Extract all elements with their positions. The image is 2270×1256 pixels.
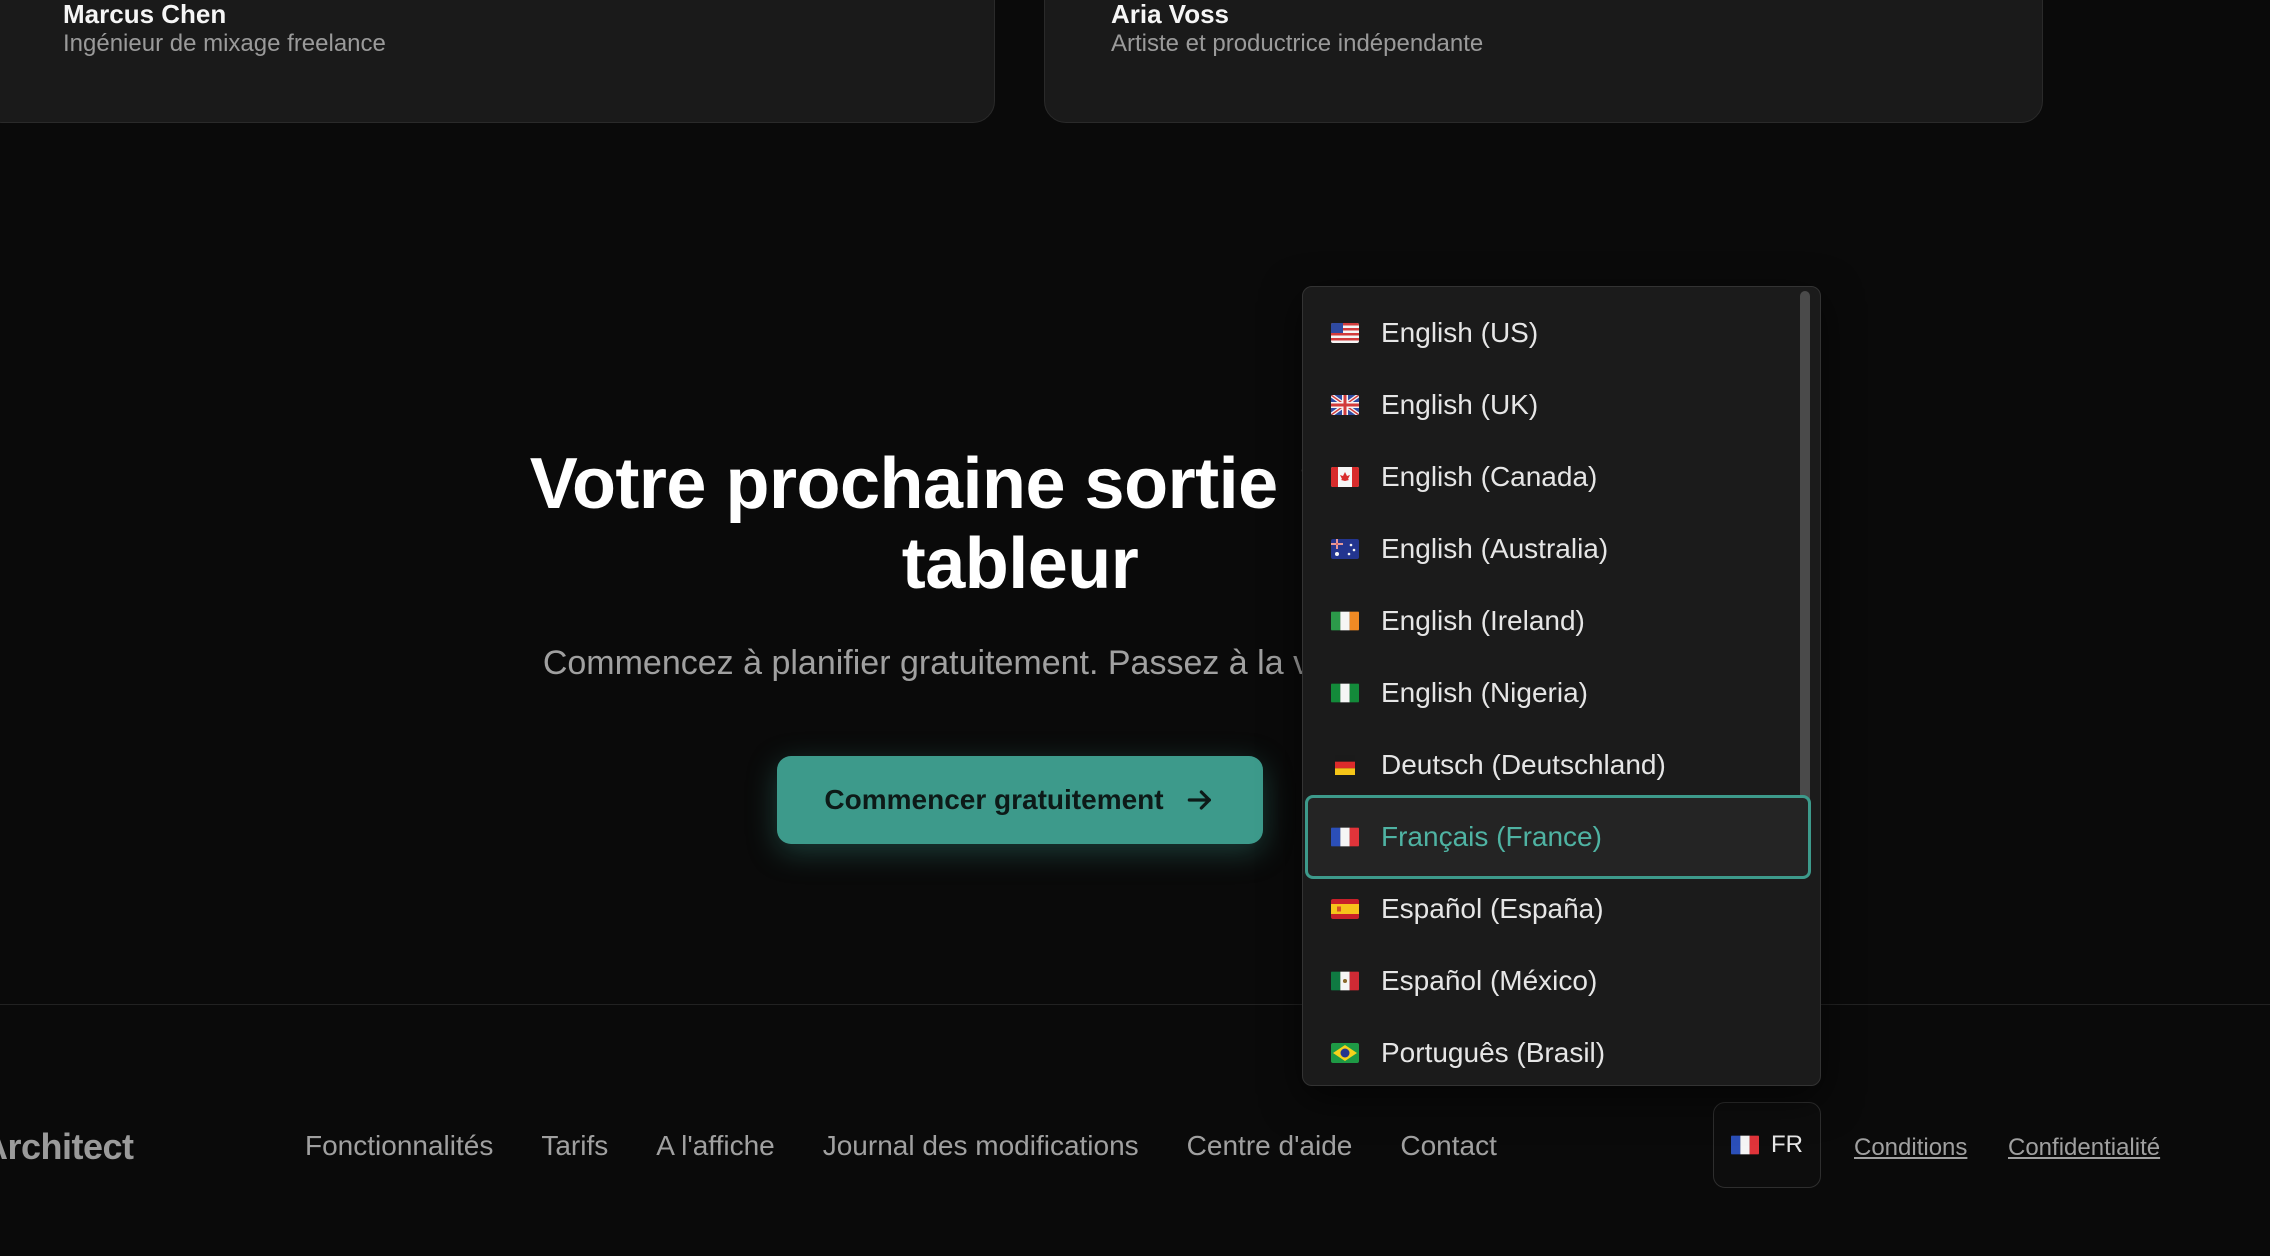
start-free-button[interactable]: Commencer gratuitement bbox=[777, 756, 1263, 844]
footer-link-contact[interactable]: Contact bbox=[1400, 1130, 1497, 1162]
cta-title-line2: tableur bbox=[901, 524, 1139, 604]
language-dropdown[interactable]: English (US) English (UK) English (Canad… bbox=[1302, 286, 1821, 1086]
spain-flag-icon bbox=[1331, 899, 1359, 919]
language-option-label: English (Nigeria) bbox=[1381, 677, 1588, 708]
australia-flag-icon bbox=[1331, 539, 1359, 559]
footer-link-privacy[interactable]: Confidentialité bbox=[2008, 1134, 2160, 1162]
start-free-button-label: Commencer gratuitement bbox=[824, 784, 1164, 815]
language-option[interactable]: Deutsch (Deutschland) bbox=[1305, 729, 1811, 801]
language-option[interactable]: English (UK) bbox=[1305, 369, 1811, 441]
language-option-label: Español (México) bbox=[1381, 965, 1598, 996]
footer-divider bbox=[0, 1004, 2270, 1005]
footer-link-changelog[interactable]: Journal des modifications bbox=[823, 1130, 1139, 1162]
language-option[interactable]: Português (Brasil) bbox=[1305, 1017, 1811, 1085]
france-flag-icon bbox=[1731, 1135, 1759, 1155]
language-option-selected[interactable]: Français (France) bbox=[1305, 795, 1811, 879]
ireland-flag-icon bbox=[1331, 611, 1359, 631]
us-flag-icon bbox=[1331, 323, 1359, 343]
language-option-label: English (Ireland) bbox=[1381, 605, 1585, 636]
germany-flag-icon bbox=[1331, 755, 1359, 775]
language-option-label: Français (France) bbox=[1381, 821, 1602, 852]
nigeria-flag-icon bbox=[1331, 683, 1359, 703]
canada-flag-icon bbox=[1331, 467, 1359, 487]
testimonial-card: Aria Voss Artiste et productrice indépen… bbox=[1044, 0, 2043, 123]
mexico-flag-icon bbox=[1331, 971, 1359, 991]
language-option-label: Español (España) bbox=[1381, 893, 1604, 924]
language-selector-button[interactable]: FR bbox=[1713, 1102, 1821, 1188]
language-option-label: Português (Brasil) bbox=[1381, 1037, 1606, 1068]
language-option[interactable]: English (Australia) bbox=[1305, 513, 1811, 585]
language-option-label: English (Australia) bbox=[1381, 533, 1609, 564]
footer-link-features[interactable]: Fonctionnalités bbox=[305, 1130, 493, 1162]
footer-nav: Fonctionnalités Tarifs A l'affiche Journ… bbox=[305, 1130, 1497, 1162]
language-option[interactable]: English (Ireland) bbox=[1305, 585, 1811, 657]
language-option[interactable]: Español (España) bbox=[1305, 873, 1811, 945]
footer-link-showcase[interactable]: A l'affiche bbox=[656, 1130, 774, 1162]
france-flag-icon bbox=[1331, 827, 1359, 847]
language-option-label: Deutsch (Deutschland) bbox=[1381, 749, 1666, 780]
footer-logo[interactable]: Architect bbox=[0, 1126, 134, 1168]
footer-link-pricing[interactable]: Tarifs bbox=[541, 1130, 608, 1162]
language-option[interactable]: Español (México) bbox=[1305, 945, 1811, 1017]
testimonial-name: Aria Voss bbox=[1111, 0, 1230, 29]
testimonial-role: Ingénieur de mixage freelance bbox=[63, 30, 386, 57]
testimonial-name: Marcus Chen bbox=[63, 0, 227, 29]
language-option[interactable]: English (Canada) bbox=[1305, 441, 1811, 513]
footer-link-terms[interactable]: Conditions bbox=[1854, 1134, 1967, 1162]
footer-link-help-center[interactable]: Centre d'aide bbox=[1187, 1130, 1353, 1162]
brazil-flag-icon bbox=[1331, 1043, 1359, 1063]
language-option[interactable]: English (US) bbox=[1305, 297, 1811, 369]
testimonial-card: Marcus Chen Ingénieur de mixage freelanc… bbox=[0, 0, 995, 123]
arrow-right-icon bbox=[1187, 790, 1211, 810]
language-option-label: English (Canada) bbox=[1381, 461, 1598, 492]
language-option[interactable]: English (Nigeria) bbox=[1305, 657, 1811, 729]
uk-flag-icon bbox=[1331, 395, 1359, 415]
language-code: FR bbox=[1771, 1131, 1803, 1158]
language-option-label: English (US) bbox=[1381, 317, 1539, 348]
language-option-label: English (UK) bbox=[1381, 389, 1539, 420]
testimonial-role: Artiste et productrice indépendante bbox=[1111, 30, 1484, 57]
